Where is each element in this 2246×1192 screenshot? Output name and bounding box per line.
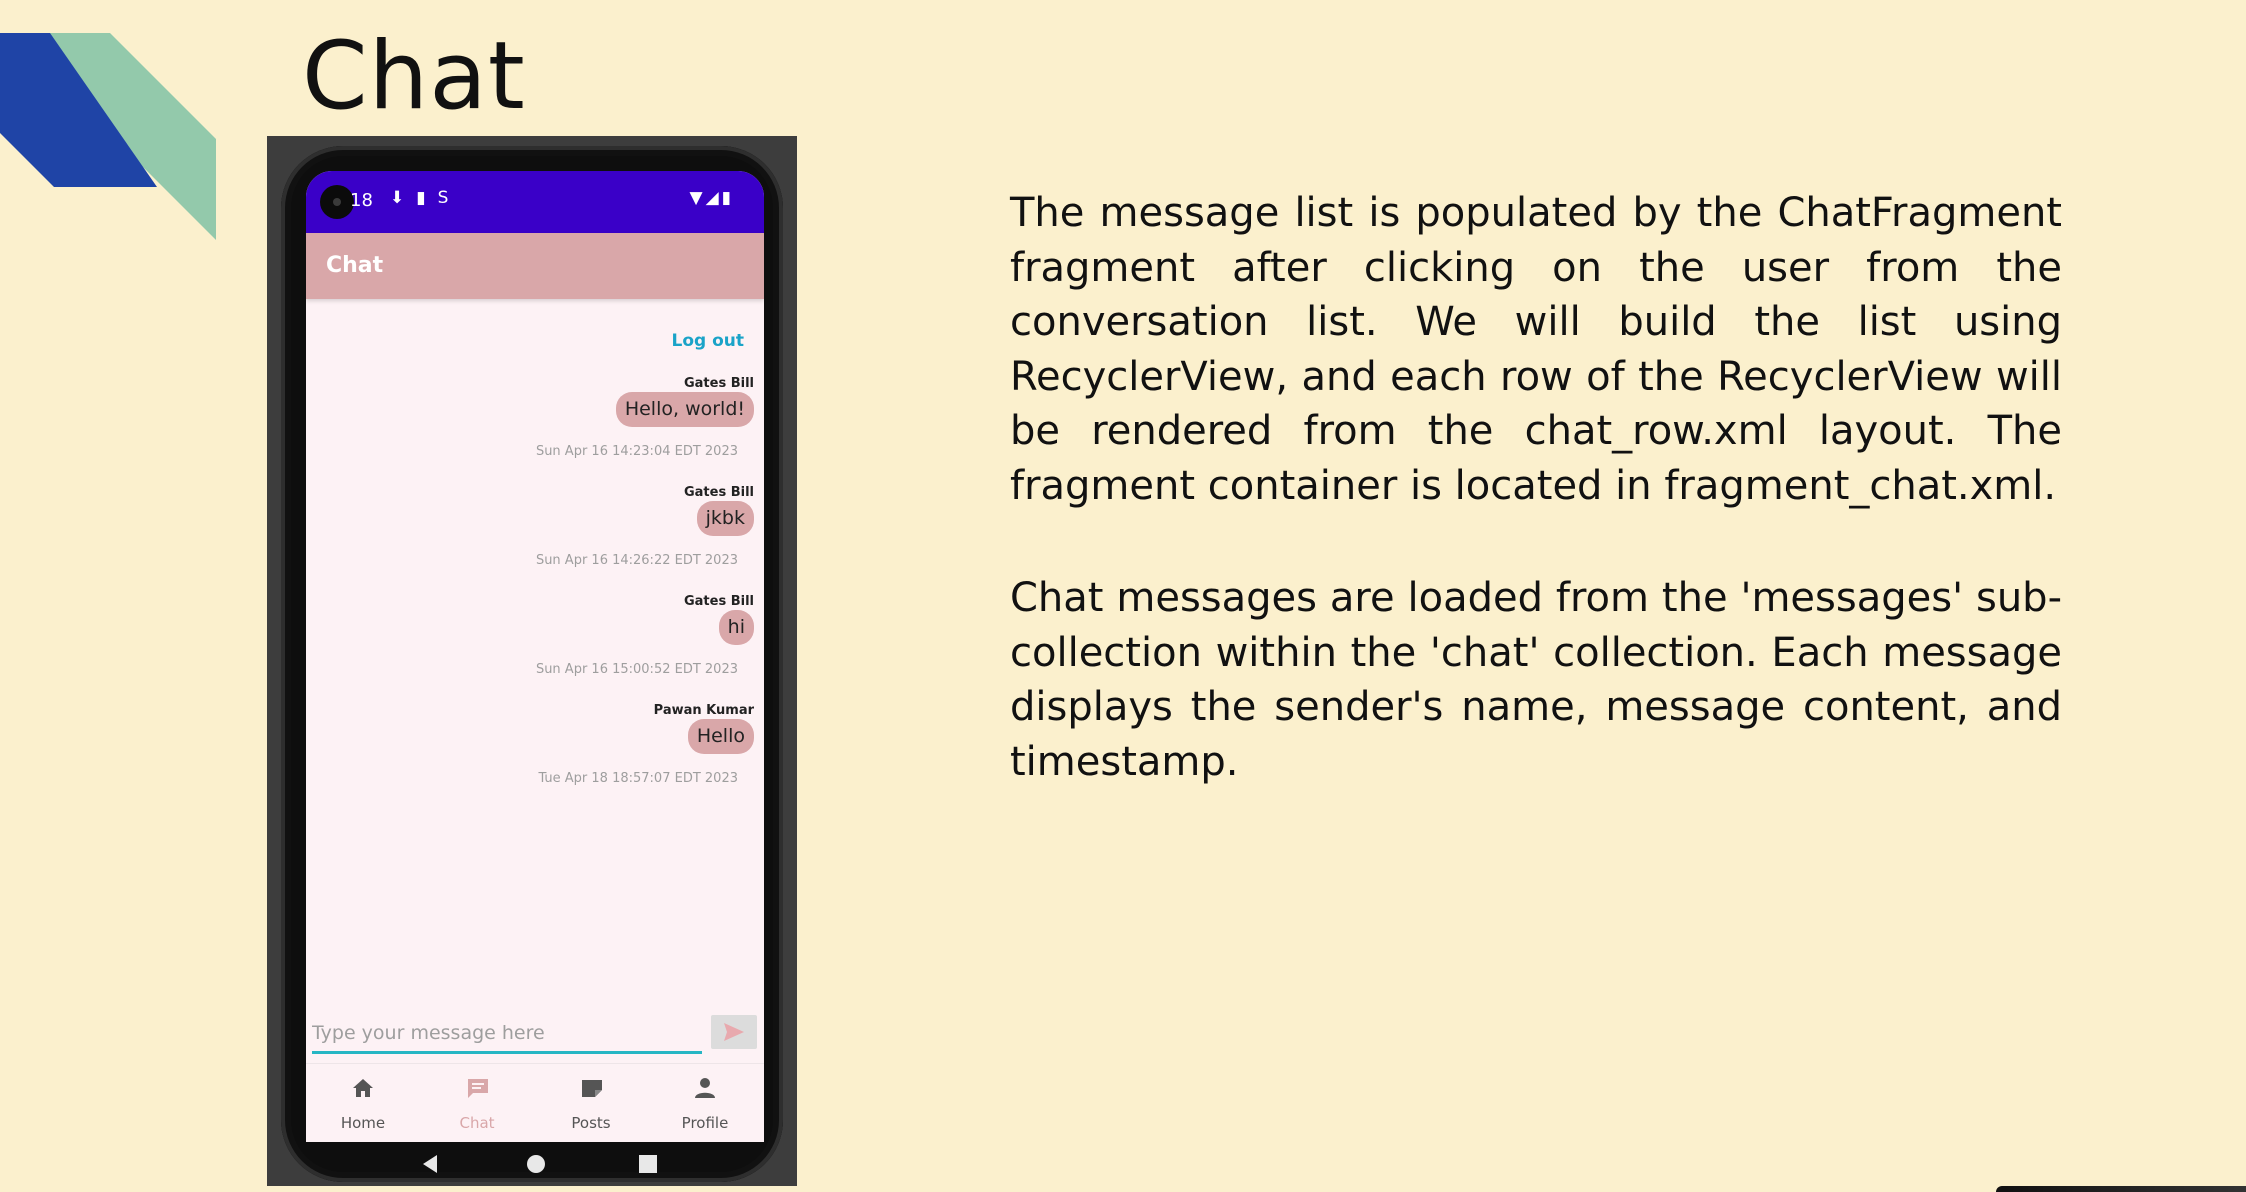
message-sender: Gates Bill bbox=[683, 376, 754, 391]
slide-title: Chat bbox=[302, 22, 526, 131]
message-timestamp: Sun Apr 16 14:26:22 EDT 2023 bbox=[535, 553, 738, 568]
nav-item-chat[interactable]: Chat bbox=[420, 1064, 534, 1142]
status-time: 18 bbox=[350, 190, 373, 211]
description-paragraph-2: Chat messages are loaded from the 'messa… bbox=[1010, 575, 2062, 785]
logout-button[interactable]: Log out bbox=[671, 331, 744, 351]
message-bubble: hi bbox=[718, 610, 754, 645]
home-icon bbox=[353, 1079, 373, 1097]
nav-item-profile[interactable]: Profile bbox=[648, 1064, 762, 1142]
nav-item-home[interactable]: Home bbox=[306, 1064, 420, 1142]
signal-icon: ◢ bbox=[705, 188, 722, 208]
nav-label: Chat bbox=[459, 1114, 495, 1132]
corner-shadow bbox=[1996, 1186, 2246, 1192]
phone-screenshot: 18 ⬇▮S ▼◢▮ Chat Log out Gates Bill Hello… bbox=[267, 136, 797, 1186]
status-bar: 18 ⬇▮S ▼◢▮ bbox=[306, 171, 764, 233]
nav-label: Posts bbox=[571, 1114, 611, 1132]
message-row: Gates Bill jkbk Sun Apr 16 14:26:22 EDT … bbox=[306, 485, 764, 594]
send-button[interactable] bbox=[711, 1015, 757, 1049]
message-sender: Gates Bill bbox=[683, 594, 754, 609]
message-sender: Pawan Kumar bbox=[653, 703, 754, 718]
wifi-icon: ▼ bbox=[689, 188, 706, 208]
message-bubble: Hello bbox=[687, 719, 754, 754]
chat-icon bbox=[468, 1079, 488, 1098]
recents-icon[interactable] bbox=[639, 1155, 657, 1173]
app-bar-title: Chat bbox=[326, 253, 384, 278]
message-sender: Gates Bill bbox=[683, 485, 754, 500]
description-paragraph-1: The message list is populated by the Cha… bbox=[1010, 190, 2062, 509]
back-icon[interactable] bbox=[421, 1154, 439, 1174]
nav-item-posts[interactable]: Posts bbox=[534, 1064, 648, 1142]
system-navigation-bar bbox=[306, 1142, 764, 1182]
bottom-navigation: Home Chat Posts Profile bbox=[306, 1063, 764, 1142]
message-bubble: jkbk bbox=[696, 501, 754, 536]
sd-card-icon: ▮ bbox=[416, 188, 438, 208]
send-icon bbox=[724, 1023, 744, 1041]
message-timestamp: Tue Apr 18 18:57:07 EDT 2023 bbox=[538, 771, 738, 786]
battery-icon: ▮ bbox=[721, 188, 734, 208]
phone-frame: 18 ⬇▮S ▼◢▮ Chat Log out Gates Bill Hello… bbox=[281, 146, 783, 1182]
message-input[interactable] bbox=[312, 1018, 702, 1048]
message-timestamp: Sun Apr 16 14:23:04 EDT 2023 bbox=[535, 444, 738, 459]
message-row: Pawan Kumar Hello Tue Apr 18 18:57:07 ED… bbox=[306, 703, 764, 812]
message-list[interactable]: Gates Bill Hello, world! Sun Apr 16 14:2… bbox=[306, 376, 764, 812]
app-bar: Chat bbox=[306, 233, 764, 299]
profile-icon bbox=[695, 1078, 715, 1098]
nav-label: Home bbox=[340, 1114, 386, 1132]
message-bubble: Hello, world! bbox=[615, 392, 754, 427]
corner-decoration bbox=[0, 33, 216, 240]
home-circle-icon[interactable] bbox=[526, 1154, 546, 1174]
nav-label: Profile bbox=[681, 1114, 729, 1132]
message-composer bbox=[312, 1018, 702, 1054]
message-row: Gates Bill hi Sun Apr 16 15:00:52 EDT 20… bbox=[306, 594, 764, 703]
message-row: Gates Bill Hello, world! Sun Apr 16 14:2… bbox=[306, 376, 764, 485]
posts-icon bbox=[582, 1080, 602, 1097]
message-timestamp: Sun Apr 16 15:00:52 EDT 2023 bbox=[535, 662, 738, 677]
front-camera bbox=[320, 185, 354, 219]
sync-icon: S bbox=[437, 188, 461, 208]
download-icon: ⬇ bbox=[390, 188, 417, 208]
phone-screen: 18 ⬇▮S ▼◢▮ Chat Log out Gates Bill Hello… bbox=[306, 171, 764, 1142]
